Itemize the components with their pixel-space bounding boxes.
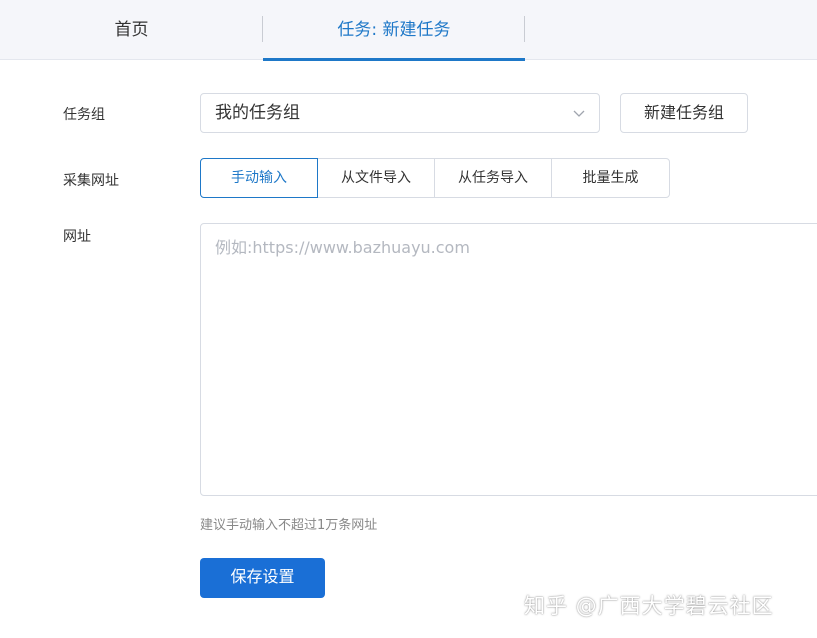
- task-group-label: 任务组: [63, 107, 105, 123]
- new-task-group-button[interactable]: 新建任务组: [620, 93, 748, 133]
- collect-url-label: 采集网址: [63, 173, 119, 189]
- url-label: 网址: [63, 229, 91, 245]
- input-mode-task[interactable]: 从任务导入: [434, 158, 552, 198]
- task-group-value: 我的任务组: [215, 103, 300, 123]
- tab-home-label: 首页: [114, 20, 149, 40]
- input-mode-file[interactable]: 从文件导入: [317, 158, 435, 198]
- url-textarea[interactable]: [200, 223, 817, 496]
- input-mode-manual[interactable]: 手动输入: [200, 158, 318, 198]
- save-settings-button[interactable]: 保存设置: [200, 558, 325, 598]
- url-hint: 建议手动输入不超过1万条网址: [200, 518, 378, 533]
- active-tab-indicator: [263, 58, 525, 61]
- input-mode-batch[interactable]: 批量生成: [551, 158, 670, 198]
- watermark: 知乎 @广西大学碧云社区: [524, 594, 774, 618]
- tab-home[interactable]: 首页: [0, 0, 263, 60]
- tab-bar: 首页 任务: 新建任务: [0, 0, 817, 61]
- tab-new-task-label: 任务: 新建任务: [337, 20, 451, 40]
- tab-new-task[interactable]: 任务: 新建任务: [263, 0, 525, 61]
- tab-separator: [524, 16, 525, 42]
- task-group-select[interactable]: 我的任务组: [200, 93, 600, 133]
- chevron-down-icon: [573, 110, 585, 117]
